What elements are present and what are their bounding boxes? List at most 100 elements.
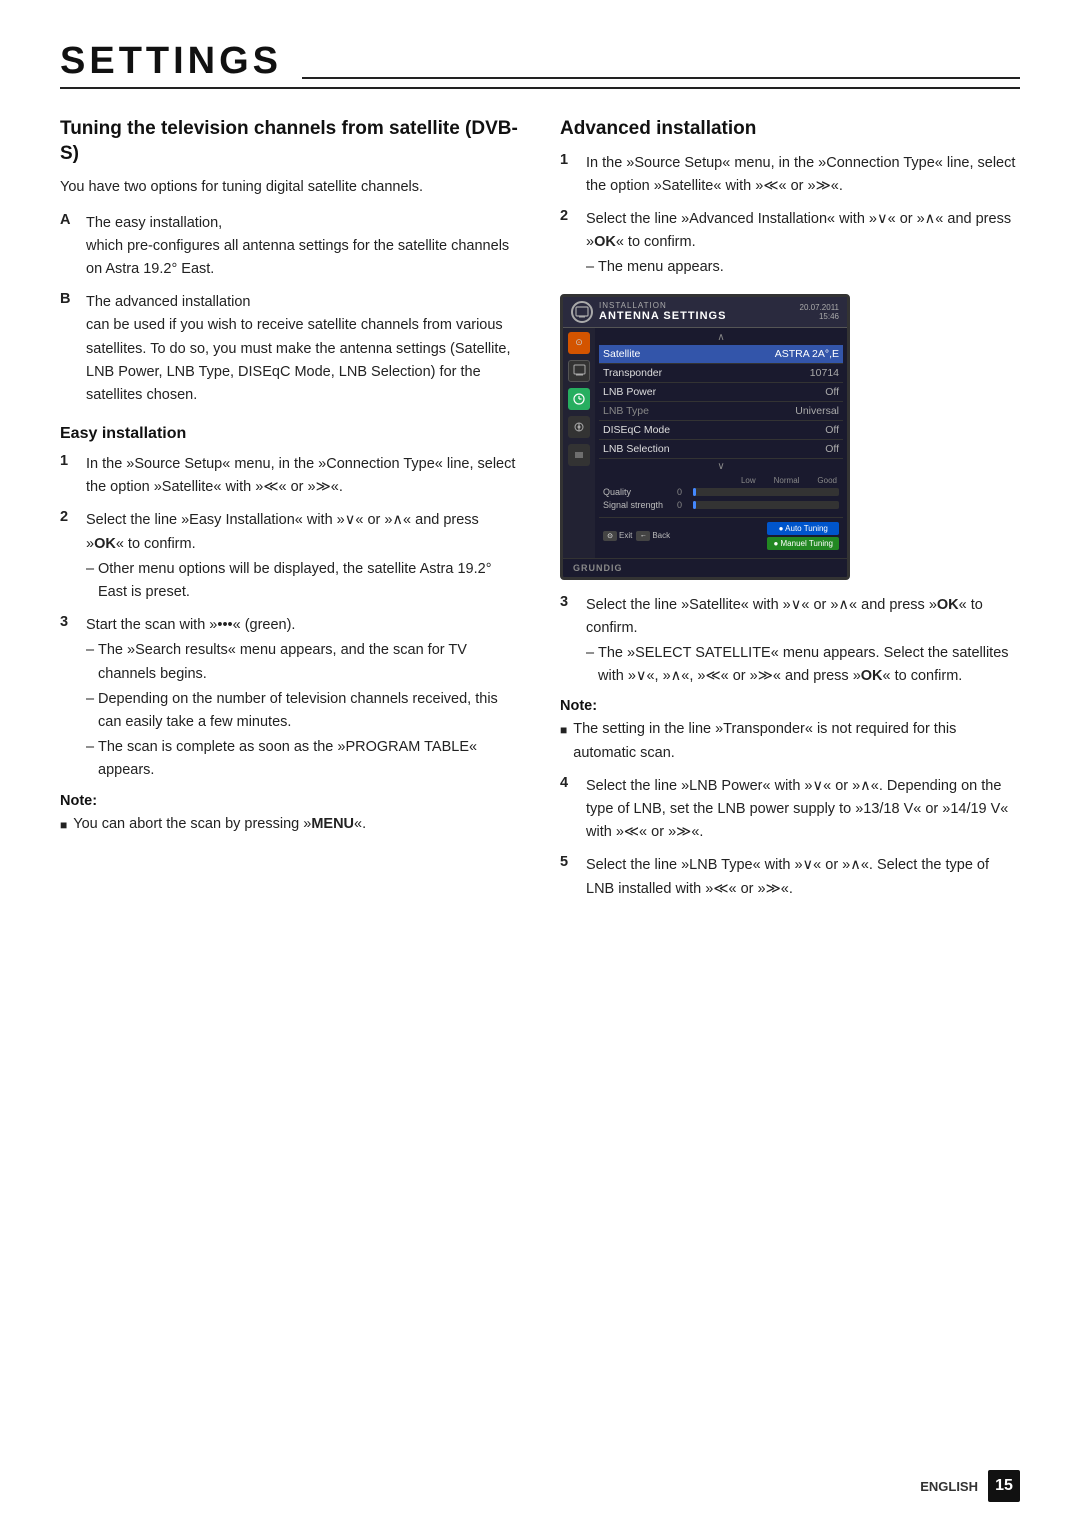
left-column: Tuning the television channels from sate… [60,117,520,911]
adv-step-3-content: Select the line »Satellite« with »∨« or … [586,594,1020,689]
tv-back-icon: ← [636,531,650,541]
tv-strength-row: Signal strength 0 [603,500,839,510]
tv-back-btn: ← Back [636,531,670,541]
step-1-content: In the »Source Setup« menu, in the »Conn… [86,453,520,499]
tv-back-label: Back [652,531,670,540]
adv-step-4: 4 Select the line »LNB Power« with »∨« o… [560,775,1020,845]
adv-step-3-number: 3 [560,594,578,610]
note-bullet-icon: ■ [60,816,67,836]
tv-signal-good-label: Good [817,476,837,485]
tv-row-value-lnbtype: Universal [795,405,839,417]
option-a-label: A [60,212,76,228]
tv-manuel-tuning-btn: ● Manuel Tuning [767,537,839,550]
tv-signal-normal-label: Normal [774,476,800,485]
tv-date: 20.07.2011 [800,303,839,312]
easy-install-note: Note: ■ You can abort the scan by pressi… [60,793,520,836]
adv-step-5: 5 Select the line »LNB Type« with »∨« or… [560,854,1020,900]
adv-step-4-number: 4 [560,775,578,791]
adv-note-text: ■ The setting in the line »Transponder« … [560,718,1020,764]
adv-step-1: 1 In the »Source Setup« menu, in the »Co… [560,152,1020,198]
tv-brand-logo: GRUNDIG [569,561,627,575]
right-column: Advanced installation 1 In the »Source S… [560,117,1020,911]
tv-row-satellite: Satellite ASTRA 2A°,E [599,345,843,364]
step-1-number: 1 [60,453,78,469]
tv-quality-row: Quality 0 [603,487,839,497]
tv-quality-val: 0 [677,487,689,497]
adv-step-4-content: Select the line »LNB Power« with »∨« or … [586,775,1020,845]
adv-step-1-number: 1 [560,152,578,168]
option-b-content: The advanced installation can be used if… [86,291,520,407]
tv-auto-tuning-btn: ● Auto Tuning [767,522,839,535]
adv-step-5-content: Select the line »LNB Type« with »∨« or »… [586,854,1020,900]
tv-row-transponder: Transponder 10714 [599,364,843,383]
tv-screen: INSTALLATION ANTENNA SETTINGS 20.07.2011… [560,294,850,580]
tv-header: INSTALLATION ANTENNA SETTINGS 20.07.2011… [563,297,847,328]
tv-strength-fill [693,501,696,509]
intro-text: You have two options for tuning digital … [60,176,520,199]
option-b-detail: can be used if you wish to receive satel… [86,317,511,403]
tv-row-value-lnbsel: Off [825,443,839,455]
tv-row-lnbpower: LNB Power Off [599,383,843,402]
step-2-content: Select the line »Easy Installation« with… [86,509,520,604]
main-section-title: Tuning the television channels from sate… [60,117,520,166]
step-3-sub-1: The »Search results« menu appears, and t… [86,639,520,685]
option-b-label: B [60,291,76,307]
tv-row-diseqc: DISEqC Mode Off [599,421,843,440]
adv-step-2: 2 Select the line »Advanced Installation… [560,208,1020,280]
tv-strength-bar [693,501,839,509]
step-3-sub-3: The scan is complete as soon as the »PRO… [86,736,520,782]
tv-row-value-lnbpower: Off [825,386,839,398]
step-2-sub-1: Other menu options will be displayed, th… [86,558,520,604]
adv-note: Note: ■ The setting in the line »Transpo… [560,698,1020,764]
footer-language: ENGLISH [920,1479,978,1494]
tv-row-value-diseqc: Off [825,424,839,436]
tv-row-label-transponder: Transponder [603,367,662,379]
tv-arrow-down: ∨ [599,461,843,472]
tv-row-label-diseqc: DISEqC Mode [603,424,670,436]
easy-install-title: Easy installation [60,425,520,443]
tv-quality-label: Quality [603,487,673,497]
tv-sidebar-icon-2 [568,360,590,382]
tv-exit-btn: ⊙ Exit [603,531,632,541]
tv-footer: GRUNDIG [563,558,847,577]
tv-signal-low-label: Low [741,476,756,485]
step-3-sub-2: Depending on the number of television ch… [86,688,520,734]
tv-exit-label: Exit [619,531,632,540]
adv-step-5-number: 5 [560,854,578,870]
step-3-content: Start the scan with »•••« (green). The »… [86,614,520,782]
tv-row-value-satellite: ASTRA 2A°,E [775,348,839,360]
tv-sidebar-icon-1: ⊙ [568,332,590,354]
tv-installation-label: INSTALLATION [599,301,794,310]
tv-strength-label: Signal strength [603,500,673,510]
content-columns: Tuning the television channels from sate… [60,117,1020,911]
tv-exit-icon: ⊙ [603,531,617,541]
page-footer: ENGLISH 15 [920,1470,1020,1502]
tv-row-label-lnbpower: LNB Power [603,386,656,398]
tv-quality-fill [693,488,696,496]
adv-note-bullet: ■ [560,721,567,764]
tv-row-value-transponder: 10714 [810,367,839,379]
adv-step-3-sub-1: The »SELECT SATELLITE« menu appears. Sel… [586,642,1020,688]
note-content: You can abort the scan by pressing »MENU… [73,813,366,836]
tv-row-label-satellite: Satellite [603,348,640,360]
tv-colored-buttons: ● Auto Tuning ● Manuel Tuning [767,522,839,550]
adv-note-label: Note: [560,698,1020,714]
tv-content-area: ∧ Satellite ASTRA 2A°,E Transponder 1071… [595,328,847,558]
adv-note-content: The setting in the line »Transponder« is… [573,718,1020,764]
option-a-content: The easy installation, which pre-configu… [86,212,520,282]
option-b-main: The advanced installation [86,294,250,310]
tv-body: ⊙ [563,328,847,558]
adv-step-2-sub-1: The menu appears. [586,256,1020,279]
adv-step-3: 3 Select the line »Satellite« with »∨« o… [560,594,1020,689]
options-list: A The easy installation, which pre-confi… [60,212,520,408]
tv-date-time: 20.07.2011 15:46 [800,303,839,321]
tv-row-lnbsel: LNB Selection Off [599,440,843,459]
step-2: 2 Select the line »Easy Installation« wi… [60,509,520,604]
list-item: A The easy installation, which pre-confi… [60,212,520,282]
tv-row-label-lnbsel: LNB Selection [603,443,670,455]
tv-signal-level-labels: Low Normal Good [603,476,839,485]
tv-sidebar-icon-3 [568,388,590,410]
page-title: SETTINGS [60,40,282,83]
tv-signal-section: Low Normal Good Quality 0 [599,472,843,517]
tv-sidebar: ⊙ [563,328,595,558]
